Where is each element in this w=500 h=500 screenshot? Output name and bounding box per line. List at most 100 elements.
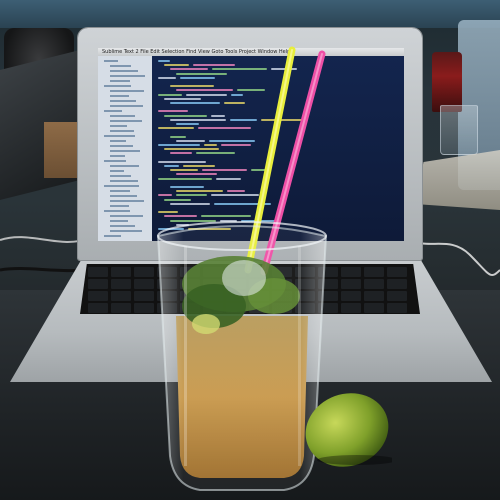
code-token xyxy=(158,144,200,146)
code-token xyxy=(164,64,189,67)
sidebar-file-entry xyxy=(110,120,142,122)
keyboard-key xyxy=(341,279,361,289)
keyboard-key xyxy=(387,303,407,313)
sidebar-file-entry xyxy=(110,170,124,172)
code-token xyxy=(158,76,176,79)
sidebar-file-entry xyxy=(110,140,126,142)
sidebar-file-entry xyxy=(104,235,121,237)
code-token xyxy=(176,139,205,142)
keyboard-key xyxy=(341,267,361,277)
code-token xyxy=(180,76,215,79)
sidebar-file-entry xyxy=(110,175,131,177)
keyboard-key xyxy=(88,303,108,313)
code-token xyxy=(158,110,188,113)
code-token xyxy=(211,114,225,117)
code-token xyxy=(158,93,182,96)
red-bottle xyxy=(432,52,462,112)
code-token xyxy=(176,190,223,193)
code-token xyxy=(170,202,210,205)
sidebar-file-entry xyxy=(110,65,131,67)
code-token xyxy=(164,148,219,151)
keyboard-key xyxy=(364,267,384,277)
code-token xyxy=(164,198,191,201)
code-token xyxy=(183,165,215,167)
code-token xyxy=(176,89,233,92)
code-token xyxy=(170,102,220,104)
code-token xyxy=(170,68,208,71)
keyboard-key xyxy=(341,303,361,313)
water-glass xyxy=(440,105,478,155)
sidebar-file-entry xyxy=(104,85,131,87)
sidebar-file-entry xyxy=(110,230,142,232)
sidebar-file-entry xyxy=(104,210,130,212)
code-token xyxy=(164,165,179,167)
code-token xyxy=(204,144,217,146)
sidebar-file-entry xyxy=(110,150,140,152)
sidebar-file-entry xyxy=(110,165,139,167)
code-token xyxy=(216,177,241,180)
keyboard-key xyxy=(134,303,154,313)
sidebar-file-entry xyxy=(110,80,130,82)
code-token xyxy=(170,169,198,172)
code-token xyxy=(196,152,235,155)
sidebar-file-entry xyxy=(104,185,139,187)
keyboard-key xyxy=(134,279,154,289)
sidebar-file-entry xyxy=(110,95,129,97)
keyboard-key xyxy=(387,279,407,289)
code-token xyxy=(176,173,217,176)
sidebar-file-entry xyxy=(104,110,122,112)
keyboard-key xyxy=(134,291,154,301)
code-token xyxy=(158,177,212,180)
sidebar-file-entry xyxy=(110,125,127,127)
sidebar-file-entry xyxy=(104,160,126,162)
sidebar-file-entry xyxy=(110,195,137,197)
sidebar-file-entry xyxy=(110,180,138,182)
keyboard-key xyxy=(88,279,108,289)
sidebar-file-entry xyxy=(110,190,130,192)
keyboard-key xyxy=(364,291,384,301)
sidebar-file-entry xyxy=(110,90,144,92)
keyboard-key xyxy=(111,267,131,277)
sidebar-file-entry xyxy=(110,100,136,102)
code-token xyxy=(170,152,192,155)
papers-pile xyxy=(415,150,500,210)
code-token xyxy=(176,123,199,125)
keyboard-key xyxy=(88,267,108,277)
sidebar-file-entry xyxy=(110,155,125,157)
code-token xyxy=(164,114,207,117)
sidebar-file-entry xyxy=(104,135,135,137)
code-token xyxy=(164,97,201,100)
photo-scene: Sublime Text 2 File Edit Selection Find … xyxy=(0,0,500,500)
code-token xyxy=(170,186,204,188)
sidebar-file-entry xyxy=(110,220,128,222)
sidebar-file-entry xyxy=(104,60,118,62)
keyboard-key xyxy=(111,291,131,301)
keyboard-key xyxy=(387,267,407,277)
code-token xyxy=(193,64,235,67)
sidebar-file-entry xyxy=(110,215,143,217)
code-token xyxy=(170,118,226,121)
code-token xyxy=(158,160,206,163)
code-token xyxy=(186,93,227,96)
keyboard-key xyxy=(111,279,131,289)
sidebar-file-entry xyxy=(110,200,144,202)
code-token xyxy=(176,72,227,75)
sidebar-file-entry xyxy=(110,205,129,207)
keyboard-key xyxy=(387,291,407,301)
code-token xyxy=(170,135,186,138)
keyboard-key xyxy=(134,267,154,277)
sidebar-file-entry xyxy=(110,130,134,132)
code-token xyxy=(158,194,172,197)
file-sidebar xyxy=(98,56,152,241)
keyboard-key xyxy=(111,303,131,313)
lime xyxy=(305,393,392,467)
code-token xyxy=(158,127,194,130)
code-token xyxy=(176,194,207,197)
sidebar-file-entry xyxy=(110,225,135,227)
sidebar-file-entry xyxy=(110,145,133,147)
sidebar-file-entry xyxy=(110,115,135,117)
sidebar-file-entry xyxy=(110,70,138,72)
code-token xyxy=(170,85,214,88)
code-token xyxy=(158,60,170,62)
sidebar-file-entry xyxy=(110,105,143,107)
